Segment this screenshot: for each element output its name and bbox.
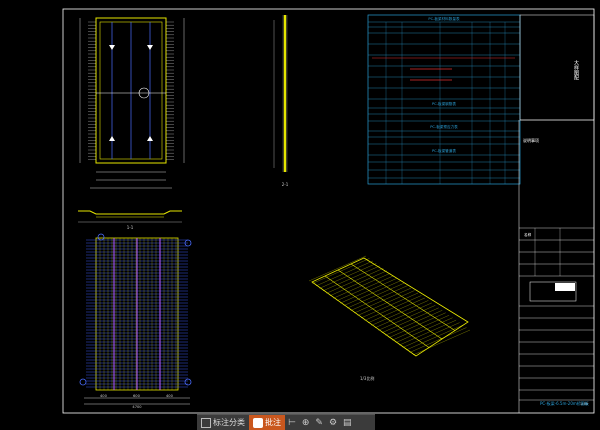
ruler-icon bbox=[201, 417, 211, 428]
title-block: 名称 1:50 PC-板梁-6.5m-20m桥面板 bbox=[518, 120, 594, 413]
dim-right: 400 bbox=[166, 394, 174, 398]
comment-icon bbox=[253, 417, 263, 428]
table2-title: PC-板梁钢筋表 bbox=[432, 101, 456, 106]
cross-section: 1-1 bbox=[78, 210, 182, 230]
isometric-view: 1/3比例 bbox=[308, 255, 471, 381]
table3-title: PC-板梁预应力表 bbox=[430, 124, 458, 129]
annotation-label: 批注 bbox=[265, 418, 281, 427]
dim-total: 4700 bbox=[132, 405, 142, 409]
measure-category-label: 标注分类 bbox=[213, 418, 245, 427]
zoom-icon[interactable]: ⊕ bbox=[299, 418, 313, 428]
layers-icon[interactable]: ▤ bbox=[340, 418, 355, 428]
annotation-button[interactable]: 批注 bbox=[249, 415, 285, 430]
settings-icon[interactable]: ⚙ bbox=[326, 418, 340, 428]
canvas-toolbar: 标注分类 批注 ⊢ ⊕ ✎ ⚙ ▤ bbox=[197, 414, 375, 430]
sheet-title: PC-板梁-6.5m-20m桥面板 bbox=[540, 400, 589, 406]
measure-category-button[interactable]: 标注分类 bbox=[197, 415, 249, 430]
measure-icon[interactable]: ⊢ bbox=[285, 418, 299, 428]
dim-left: 400 bbox=[100, 394, 108, 398]
sheet-frame bbox=[62, 8, 595, 414]
title-block-label: 名称 bbox=[524, 232, 532, 237]
pencil-icon[interactable]: ✎ bbox=[312, 418, 326, 428]
note-box-title: 说明事项 bbox=[523, 137, 539, 143]
dim-center: 600 bbox=[133, 394, 141, 398]
long-elevation: 2-1 bbox=[273, 15, 289, 187]
plan-view bbox=[79, 17, 185, 189]
note-box: 大样图配 说明事项 bbox=[519, 14, 595, 143]
elevation-label: 2-1 bbox=[282, 182, 289, 187]
iso-label: 1/3比例 bbox=[360, 375, 374, 381]
table1-title: PC-板梁材料数量表 bbox=[428, 16, 460, 21]
vertical-note: 大样图配 bbox=[573, 59, 579, 81]
quantity-tables: PC-板梁材料数量表 PC-板梁钢筋表 PC-板梁预应力表 PC-板梁管道表 bbox=[367, 14, 521, 185]
rebar-plan: 400 600 400 4700 bbox=[79, 233, 192, 409]
table4-title: PC-板梁管道表 bbox=[432, 148, 456, 153]
section-label: 1-1 bbox=[127, 225, 134, 230]
cad-canvas[interactable]: 1-1 2-1 400 600 400 4700 1/3比例 PC-板梁材料数量… bbox=[0, 0, 600, 429]
